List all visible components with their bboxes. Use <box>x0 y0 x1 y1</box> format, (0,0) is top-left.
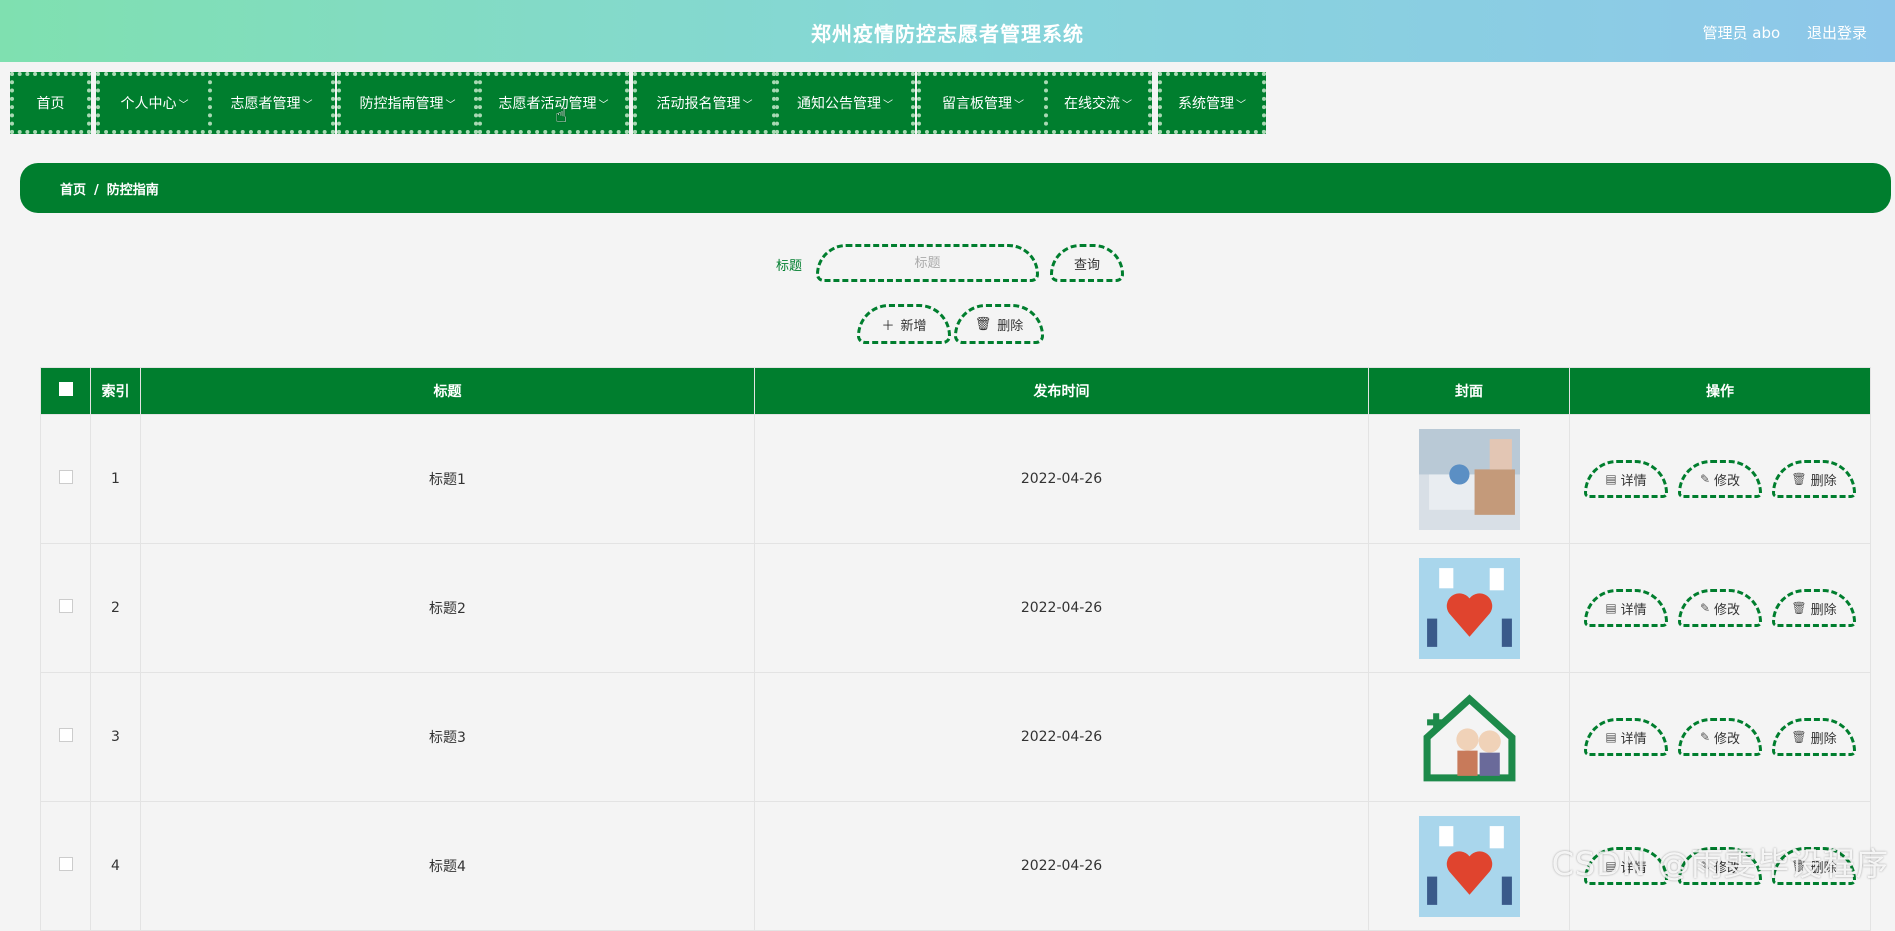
row-publish-time: 2022-04-26 <box>754 672 1369 802</box>
detail-button[interactable]: ▤ 详情 <box>1584 718 1668 756</box>
row-title: 标题2 <box>140 543 755 673</box>
search-title-input[interactable] <box>816 244 1039 282</box>
row-publish-time: 2022-04-26 <box>754 801 1369 931</box>
pencil-icon: ✎ <box>1699 601 1711 615</box>
header-title: 标题 <box>140 367 755 415</box>
logout-link[interactable]: 退出登录 <box>1807 24 1867 42</box>
plus-icon: ＋ <box>881 318 895 334</box>
header-user-area: 管理员 abo 退出登录 <box>1681 22 1867 43</box>
trash-icon: 🗑 <box>974 316 992 332</box>
table-row: 2 标题2 2022-04-26 ▤ 详情 ✎ 修改 🗑 删除 <box>40 543 1871 673</box>
nav-item-volunteer-mgmt[interactable]: 志愿者管理 ﹀ <box>208 72 335 134</box>
nav-item-home[interactable]: 首页 <box>10 72 91 134</box>
top-header: 郑州疫情防控志愿者管理系统 管理员 abo 退出登录 <box>0 0 1895 62</box>
table-row: 1 标题1 2022-04-26 ▤ 详情 ✎ 修改 🗑 删除 <box>40 414 1871 544</box>
cover-image <box>1418 686 1520 788</box>
row-index: 4 <box>90 801 141 931</box>
chevron-down-icon: ﹀ <box>1236 99 1246 111</box>
select-all-cell <box>40 367 91 415</box>
edit-button[interactable]: ✎ 修改 <box>1678 589 1762 627</box>
trash-icon: 🗑 <box>1791 730 1807 744</box>
chevron-down-icon: ﹀ <box>598 99 609 111</box>
breadcrumb-separator: / <box>94 183 99 198</box>
nav-item-personal-center[interactable]: 个人中心 ﹀ <box>96 72 213 134</box>
query-button[interactable]: 查询 <box>1050 244 1124 282</box>
row-publish-time: 2022-04-26 <box>754 414 1369 544</box>
header-actions: 操作 <box>1569 367 1871 415</box>
nav-item-notice-mgmt[interactable]: 通知公告管理 ﹀ <box>775 72 915 134</box>
row-index: 3 <box>90 672 141 802</box>
row-title: 标题3 <box>140 672 755 802</box>
table-header-row: 索引 标题 发布时间 封面 操作 <box>40 367 1871 415</box>
chevron-down-icon: ﹀ <box>1122 99 1132 111</box>
chevron-down-icon: ﹀ <box>742 99 753 111</box>
batch-delete-button[interactable]: 🗑 删除 <box>954 304 1044 344</box>
detail-button[interactable]: ▤ 详情 <box>1584 589 1668 627</box>
nav-item-message-board-mgmt[interactable]: 留言板管理 ﹀ <box>917 72 1049 134</box>
row-checkbox[interactable] <box>58 470 73 484</box>
breadcrumb-bar: 首页 / 防控指南 <box>20 163 1891 213</box>
table-row: 3 标题3 2022-04-26 ▤ 详情 ✎ 修改 🗑 删除 <box>40 672 1871 802</box>
delete-button[interactable]: 🗑 删除 <box>1772 589 1856 627</box>
trash-icon: 🗑 <box>1791 472 1807 486</box>
hand-cursor-icon: ☝ <box>555 103 568 127</box>
edit-button[interactable]: ✎ 修改 <box>1678 718 1762 756</box>
chevron-down-icon: ﹀ <box>1014 99 1024 111</box>
row-title: 标题4 <box>140 801 755 931</box>
chevron-down-icon: ﹀ <box>883 99 893 111</box>
row-checkbox[interactable] <box>58 728 73 742</box>
app-title: 郑州疫情防控志愿者管理系统 <box>811 22 1084 46</box>
add-button[interactable]: ＋新增 <box>857 304 951 344</box>
header-publish-time: 发布时间 <box>754 367 1369 415</box>
search-title-label: 标题 <box>776 259 803 274</box>
pencil-icon: ✎ <box>1699 472 1711 486</box>
row-checkbox[interactable] <box>58 599 73 613</box>
edit-button[interactable]: ✎ 修改 <box>1678 460 1762 498</box>
header-cover: 封面 <box>1368 367 1570 415</box>
pencil-icon: ✎ <box>1699 730 1711 744</box>
row-index: 1 <box>90 414 141 544</box>
select-all-checkbox[interactable] <box>58 382 73 396</box>
cover-image <box>1418 557 1520 659</box>
breadcrumb-current: 防控指南 <box>106 183 159 198</box>
nav-item-volunteer-activity-mgmt[interactable]: 志愿者活动管理 ﹀ <box>478 72 629 134</box>
detail-button[interactable]: ▤ 详情 <box>1584 460 1668 498</box>
delete-button[interactable]: 🗑 删除 <box>1772 460 1856 498</box>
trash-icon: 🗑 <box>1791 601 1807 615</box>
document-icon: ▤ <box>1605 601 1617 615</box>
chevron-down-icon: ﹀ <box>445 99 456 111</box>
nav-item-prevention-guide-mgmt[interactable]: 防控指南管理 ﹀ <box>337 72 478 134</box>
row-publish-time: 2022-04-26 <box>754 543 1369 673</box>
document-icon: ▤ <box>1605 472 1617 486</box>
nav-item-activity-signup-mgmt[interactable]: 活动报名管理 ﹀ <box>633 72 776 134</box>
cover-image <box>1418 815 1520 917</box>
csdn-watermark: CSDN @雨雯毕设程序 <box>1551 845 1889 883</box>
row-index: 2 <box>90 543 141 673</box>
breadcrumb: 首页 / 防控指南 <box>60 179 159 198</box>
admin-user-label[interactable]: 管理员 abo <box>1703 24 1781 42</box>
chevron-down-icon: ﹀ <box>302 99 313 111</box>
nav-item-system-mgmt[interactable]: 系统管理 ﹀ <box>1158 72 1266 134</box>
cover-image <box>1418 428 1520 530</box>
header-index: 索引 <box>90 367 141 415</box>
chevron-down-icon: ﹀ <box>178 99 189 111</box>
row-checkbox[interactable] <box>58 857 73 871</box>
delete-button[interactable]: 🗑 删除 <box>1772 718 1856 756</box>
nav-item-online-chat[interactable]: 在线交流 ﹀ <box>1044 72 1152 134</box>
document-icon: ▤ <box>1605 730 1617 744</box>
row-title: 标题1 <box>140 414 755 544</box>
breadcrumb-home[interactable]: 首页 <box>60 183 86 198</box>
